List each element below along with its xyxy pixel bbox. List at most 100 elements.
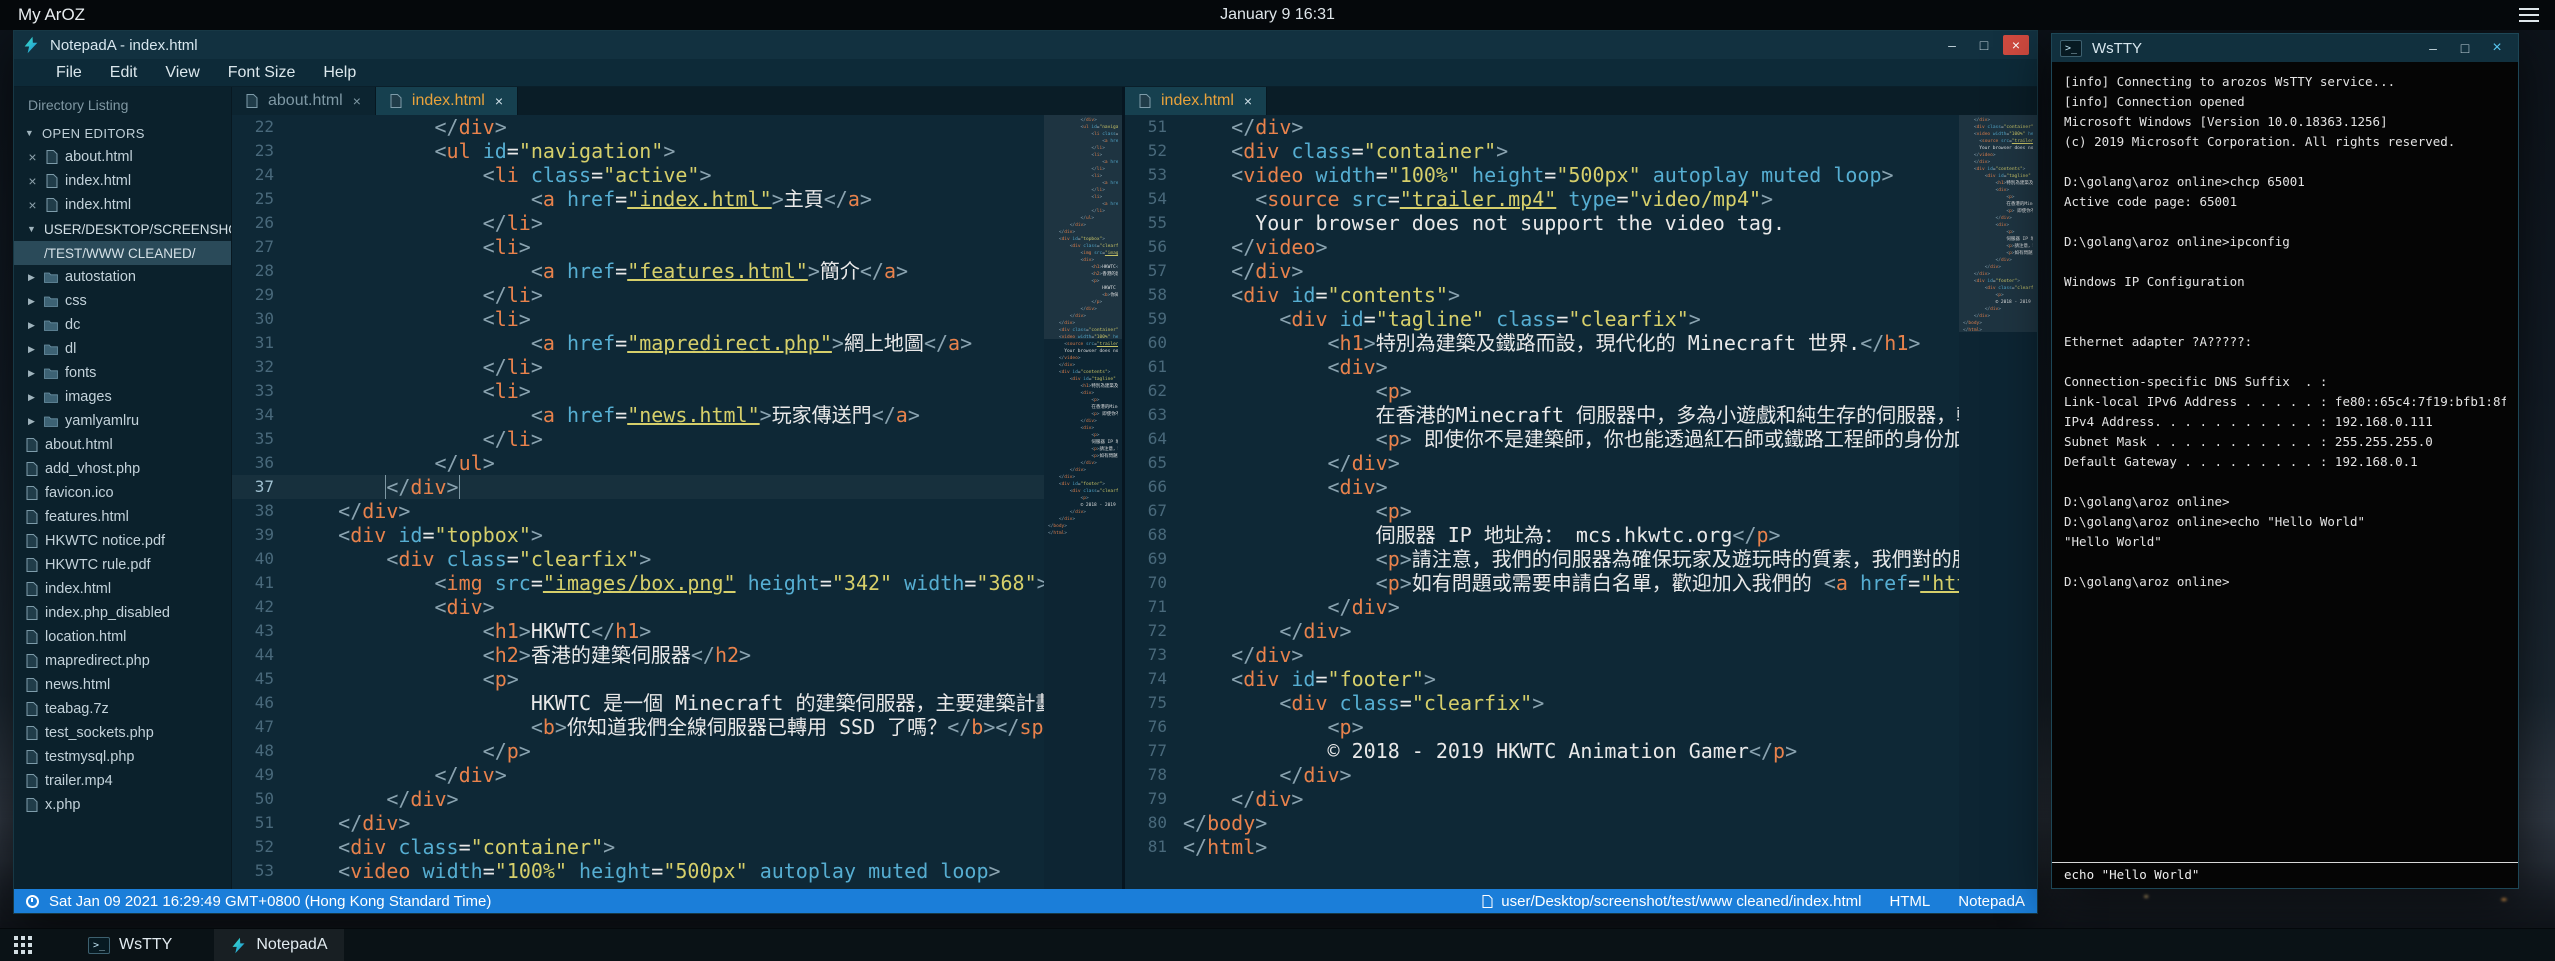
tab-close-icon[interactable]: × bbox=[495, 93, 503, 109]
code-line-79[interactable]: 79 </div> bbox=[1125, 787, 1959, 811]
tree-file-index.php_disabled[interactable]: index.php_disabled bbox=[14, 601, 231, 625]
tree-folder-autostation[interactable]: ▶autostation bbox=[14, 265, 231, 289]
taskbar-item-wstty[interactable]: >_ WsTTY bbox=[72, 929, 188, 961]
code-line-66[interactable]: 66 <div> bbox=[1125, 475, 1959, 499]
menu-help[interactable]: Help bbox=[309, 59, 370, 86]
tab-close-icon[interactable]: × bbox=[353, 93, 361, 109]
code-line-42[interactable]: 42 <div> bbox=[232, 595, 1044, 619]
code-line-44[interactable]: 44 <h2>香港的建築伺服器</h2> bbox=[232, 643, 1044, 667]
code-area-right[interactable]: 51 </div>52 <div class="container">53 <v… bbox=[1125, 115, 1959, 889]
tree-file-features.html[interactable]: features.html bbox=[14, 505, 231, 529]
code-line-53[interactable]: 53 <video width="100%" height="500px" au… bbox=[1125, 163, 1959, 187]
code-line-62[interactable]: 62 <p> bbox=[1125, 379, 1959, 403]
tree-file-trailer.mp4[interactable]: trailer.mp4 bbox=[14, 769, 231, 793]
code-line-71[interactable]: 71 </div> bbox=[1125, 595, 1959, 619]
code-line-43[interactable]: 43 <h1>HKWTC</h1> bbox=[232, 619, 1044, 643]
tree-folder-dc[interactable]: ▶dc bbox=[14, 313, 231, 337]
status-app[interactable]: NotepadA bbox=[1958, 893, 2025, 910]
code-line-28[interactable]: 28 <a href="features.html">簡介</a> bbox=[232, 259, 1044, 283]
workspace-label-line2[interactable]: /TEST/WWW CLEANED/ bbox=[14, 241, 231, 265]
app-grid-icon[interactable] bbox=[0, 929, 46, 961]
code-line-34[interactable]: 34 <a href="news.html">玩家傳送門</a> bbox=[232, 403, 1044, 427]
close-button[interactable]: × bbox=[2003, 35, 2029, 55]
code-line-56[interactable]: 56 </video> bbox=[1125, 235, 1959, 259]
code-line-80[interactable]: 80</body> bbox=[1125, 811, 1959, 835]
minimap-right[interactable]: </div> <div class="container"> <video wi… bbox=[1959, 115, 2037, 889]
chevron-down-icon[interactable]: ▼ bbox=[26, 224, 37, 234]
code-line-53[interactable]: 53 <video width="100%" height="500px" au… bbox=[232, 859, 1044, 883]
code-line-52[interactable]: 52 <div class="container"> bbox=[232, 835, 1044, 859]
code-line-68[interactable]: 68 伺服器 IP 地址為： mcs.hkwtc.org</p> bbox=[1125, 523, 1959, 547]
tree-file-testmysql.php[interactable]: testmysql.php bbox=[14, 745, 231, 769]
tree-folder-dl[interactable]: ▶dl bbox=[14, 337, 231, 361]
code-line-55[interactable]: 55 Your browser does not support the vid… bbox=[1125, 211, 1959, 235]
tree-folder-yamlyamlru[interactable]: ▶yamlyamlru bbox=[14, 409, 231, 433]
code-line-26[interactable]: 26 </li> bbox=[232, 211, 1044, 235]
tree-file-location.html[interactable]: location.html bbox=[14, 625, 231, 649]
minimize-button[interactable]: – bbox=[2420, 38, 2446, 58]
status-language[interactable]: HTML bbox=[1889, 893, 1930, 910]
code-line-76[interactable]: 76 <p> bbox=[1125, 715, 1959, 739]
menu-view[interactable]: View bbox=[151, 59, 213, 86]
code-line-60[interactable]: 60 <h1>特別為建築及鐵路而設，現代化的 Minecraft 世界.</h1… bbox=[1125, 331, 1959, 355]
taskbar-item-notepada[interactable]: NotepadA bbox=[214, 929, 343, 961]
code-line-52[interactable]: 52 <div class="container"> bbox=[1125, 139, 1959, 163]
close-button[interactable]: × bbox=[2484, 38, 2510, 58]
code-line-61[interactable]: 61 <div> bbox=[1125, 355, 1959, 379]
tab-index.html[interactable]: index.html× bbox=[376, 87, 518, 115]
code-line-38[interactable]: 38 </div> bbox=[232, 499, 1044, 523]
system-menu-title[interactable]: My ArOZ bbox=[0, 5, 85, 25]
code-line-32[interactable]: 32 </li> bbox=[232, 355, 1044, 379]
code-line-39[interactable]: 39 <div id="topbox"> bbox=[232, 523, 1044, 547]
tree-file-index.html[interactable]: index.html bbox=[14, 577, 231, 601]
code-line-46[interactable]: 46 HKWTC 是一個 Minecraft 的建築伺服器，主要建築計劃包括鐵路 bbox=[232, 691, 1044, 715]
tree-file-favicon.ico[interactable]: favicon.ico bbox=[14, 481, 231, 505]
tree-file-HKWTC notice.pdf[interactable]: HKWTC notice.pdf bbox=[14, 529, 231, 553]
minimap-left[interactable]: </div> <ul id="navigation"> <li class="a… bbox=[1044, 115, 1122, 889]
code-line-31[interactable]: 31 <a href="mapredirect.php">網上地圖</a> bbox=[232, 331, 1044, 355]
code-line-63[interactable]: 63 在香港的Minecraft 伺服器中，多為小遊戲和純生存的伺服器，較少擁有 bbox=[1125, 403, 1959, 427]
code-area-left[interactable]: 22 </div>23 <ul id="navigation">24 <li c… bbox=[232, 115, 1044, 889]
tree-folder-fonts[interactable]: ▶fonts bbox=[14, 361, 231, 385]
maximize-button[interactable]: □ bbox=[2452, 38, 2478, 58]
open-editor-item[interactable]: ×index.html bbox=[14, 193, 231, 217]
tree-folder-css[interactable]: ▶css bbox=[14, 289, 231, 313]
chevron-right-icon[interactable]: ▶ bbox=[26, 368, 37, 379]
code-line-72[interactable]: 72 </div> bbox=[1125, 619, 1959, 643]
code-line-58[interactable]: 58 <div id="contents"> bbox=[1125, 283, 1959, 307]
code-line-23[interactable]: 23 <ul id="navigation"> bbox=[232, 139, 1044, 163]
code-line-81[interactable]: 81</html> bbox=[1125, 835, 1959, 859]
code-line-65[interactable]: 65 </div> bbox=[1125, 451, 1959, 475]
status-file-path[interactable]: user/Desktop/screenshot/test/www cleaned… bbox=[1482, 893, 1861, 910]
code-line-47[interactable]: 47 <b>你知道我們全線伺服器已轉用 SSD 了嗎？</b></span> bbox=[232, 715, 1044, 739]
tree-file-add_vhost.php[interactable]: add_vhost.php bbox=[14, 457, 231, 481]
code-line-33[interactable]: 33 <li> bbox=[232, 379, 1044, 403]
tab-about.html[interactable]: about.html× bbox=[232, 87, 376, 115]
chevron-right-icon[interactable]: ▶ bbox=[26, 272, 37, 283]
notepada-titlebar[interactable]: NotepadA - index.html – □ × bbox=[14, 31, 2037, 59]
open-editor-item[interactable]: ×index.html bbox=[14, 169, 231, 193]
code-line-41[interactable]: 41 <img src="images/box.png" height="342… bbox=[232, 571, 1044, 595]
tree-file-test_sockets.php[interactable]: test_sockets.php bbox=[14, 721, 231, 745]
chevron-right-icon[interactable]: ▶ bbox=[26, 416, 37, 427]
tree-folder-images[interactable]: ▶images bbox=[14, 385, 231, 409]
wstty-titlebar[interactable]: >_ WsTTY – □ × bbox=[2052, 34, 2518, 62]
workspace-label-line1[interactable]: ▼USER/DESKTOP/SCREENSHOT bbox=[14, 217, 231, 241]
code-line-37[interactable]: 37 </div> bbox=[232, 475, 1044, 499]
code-line-29[interactable]: 29 </li> bbox=[232, 283, 1044, 307]
code-line-22[interactable]: 22 </div> bbox=[232, 115, 1044, 139]
code-line-48[interactable]: 48 </p> bbox=[232, 739, 1044, 763]
code-line-27[interactable]: 27 <li> bbox=[232, 235, 1044, 259]
code-line-67[interactable]: 67 <p> bbox=[1125, 499, 1959, 523]
code-line-59[interactable]: 59 <div id="tagline" class="clearfix"> bbox=[1125, 307, 1959, 331]
code-line-64[interactable]: 64 <p> 即使你不是建築師，你也能透過紅石師或鐵路工程師的身份加入我們 bbox=[1125, 427, 1959, 451]
terminal-output[interactable]: [info] Connecting to arozos WsTTY servic… bbox=[2052, 62, 2518, 862]
menu-font-size[interactable]: Font Size bbox=[214, 59, 310, 86]
minimize-button[interactable]: – bbox=[1939, 35, 1965, 55]
code-line-35[interactable]: 35 </li> bbox=[232, 427, 1044, 451]
code-line-25[interactable]: 25 <a href="index.html">主頁</a> bbox=[232, 187, 1044, 211]
hamburger-icon[interactable] bbox=[2519, 8, 2539, 22]
code-line-74[interactable]: 74 <div id="footer"> bbox=[1125, 667, 1959, 691]
code-line-70[interactable]: 70 <p>如有問題或需要申請白名單，歡迎加入我們的 <a href="http… bbox=[1125, 571, 1959, 595]
tree-file-about.html[interactable]: about.html bbox=[14, 433, 231, 457]
